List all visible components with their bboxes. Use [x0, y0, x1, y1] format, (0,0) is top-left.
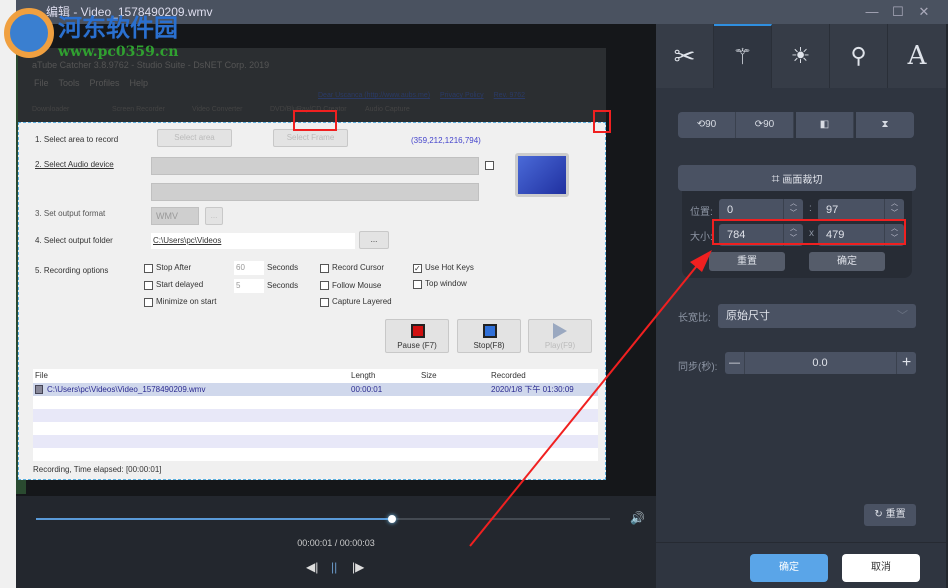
annotation-arrow [469, 250, 712, 547]
